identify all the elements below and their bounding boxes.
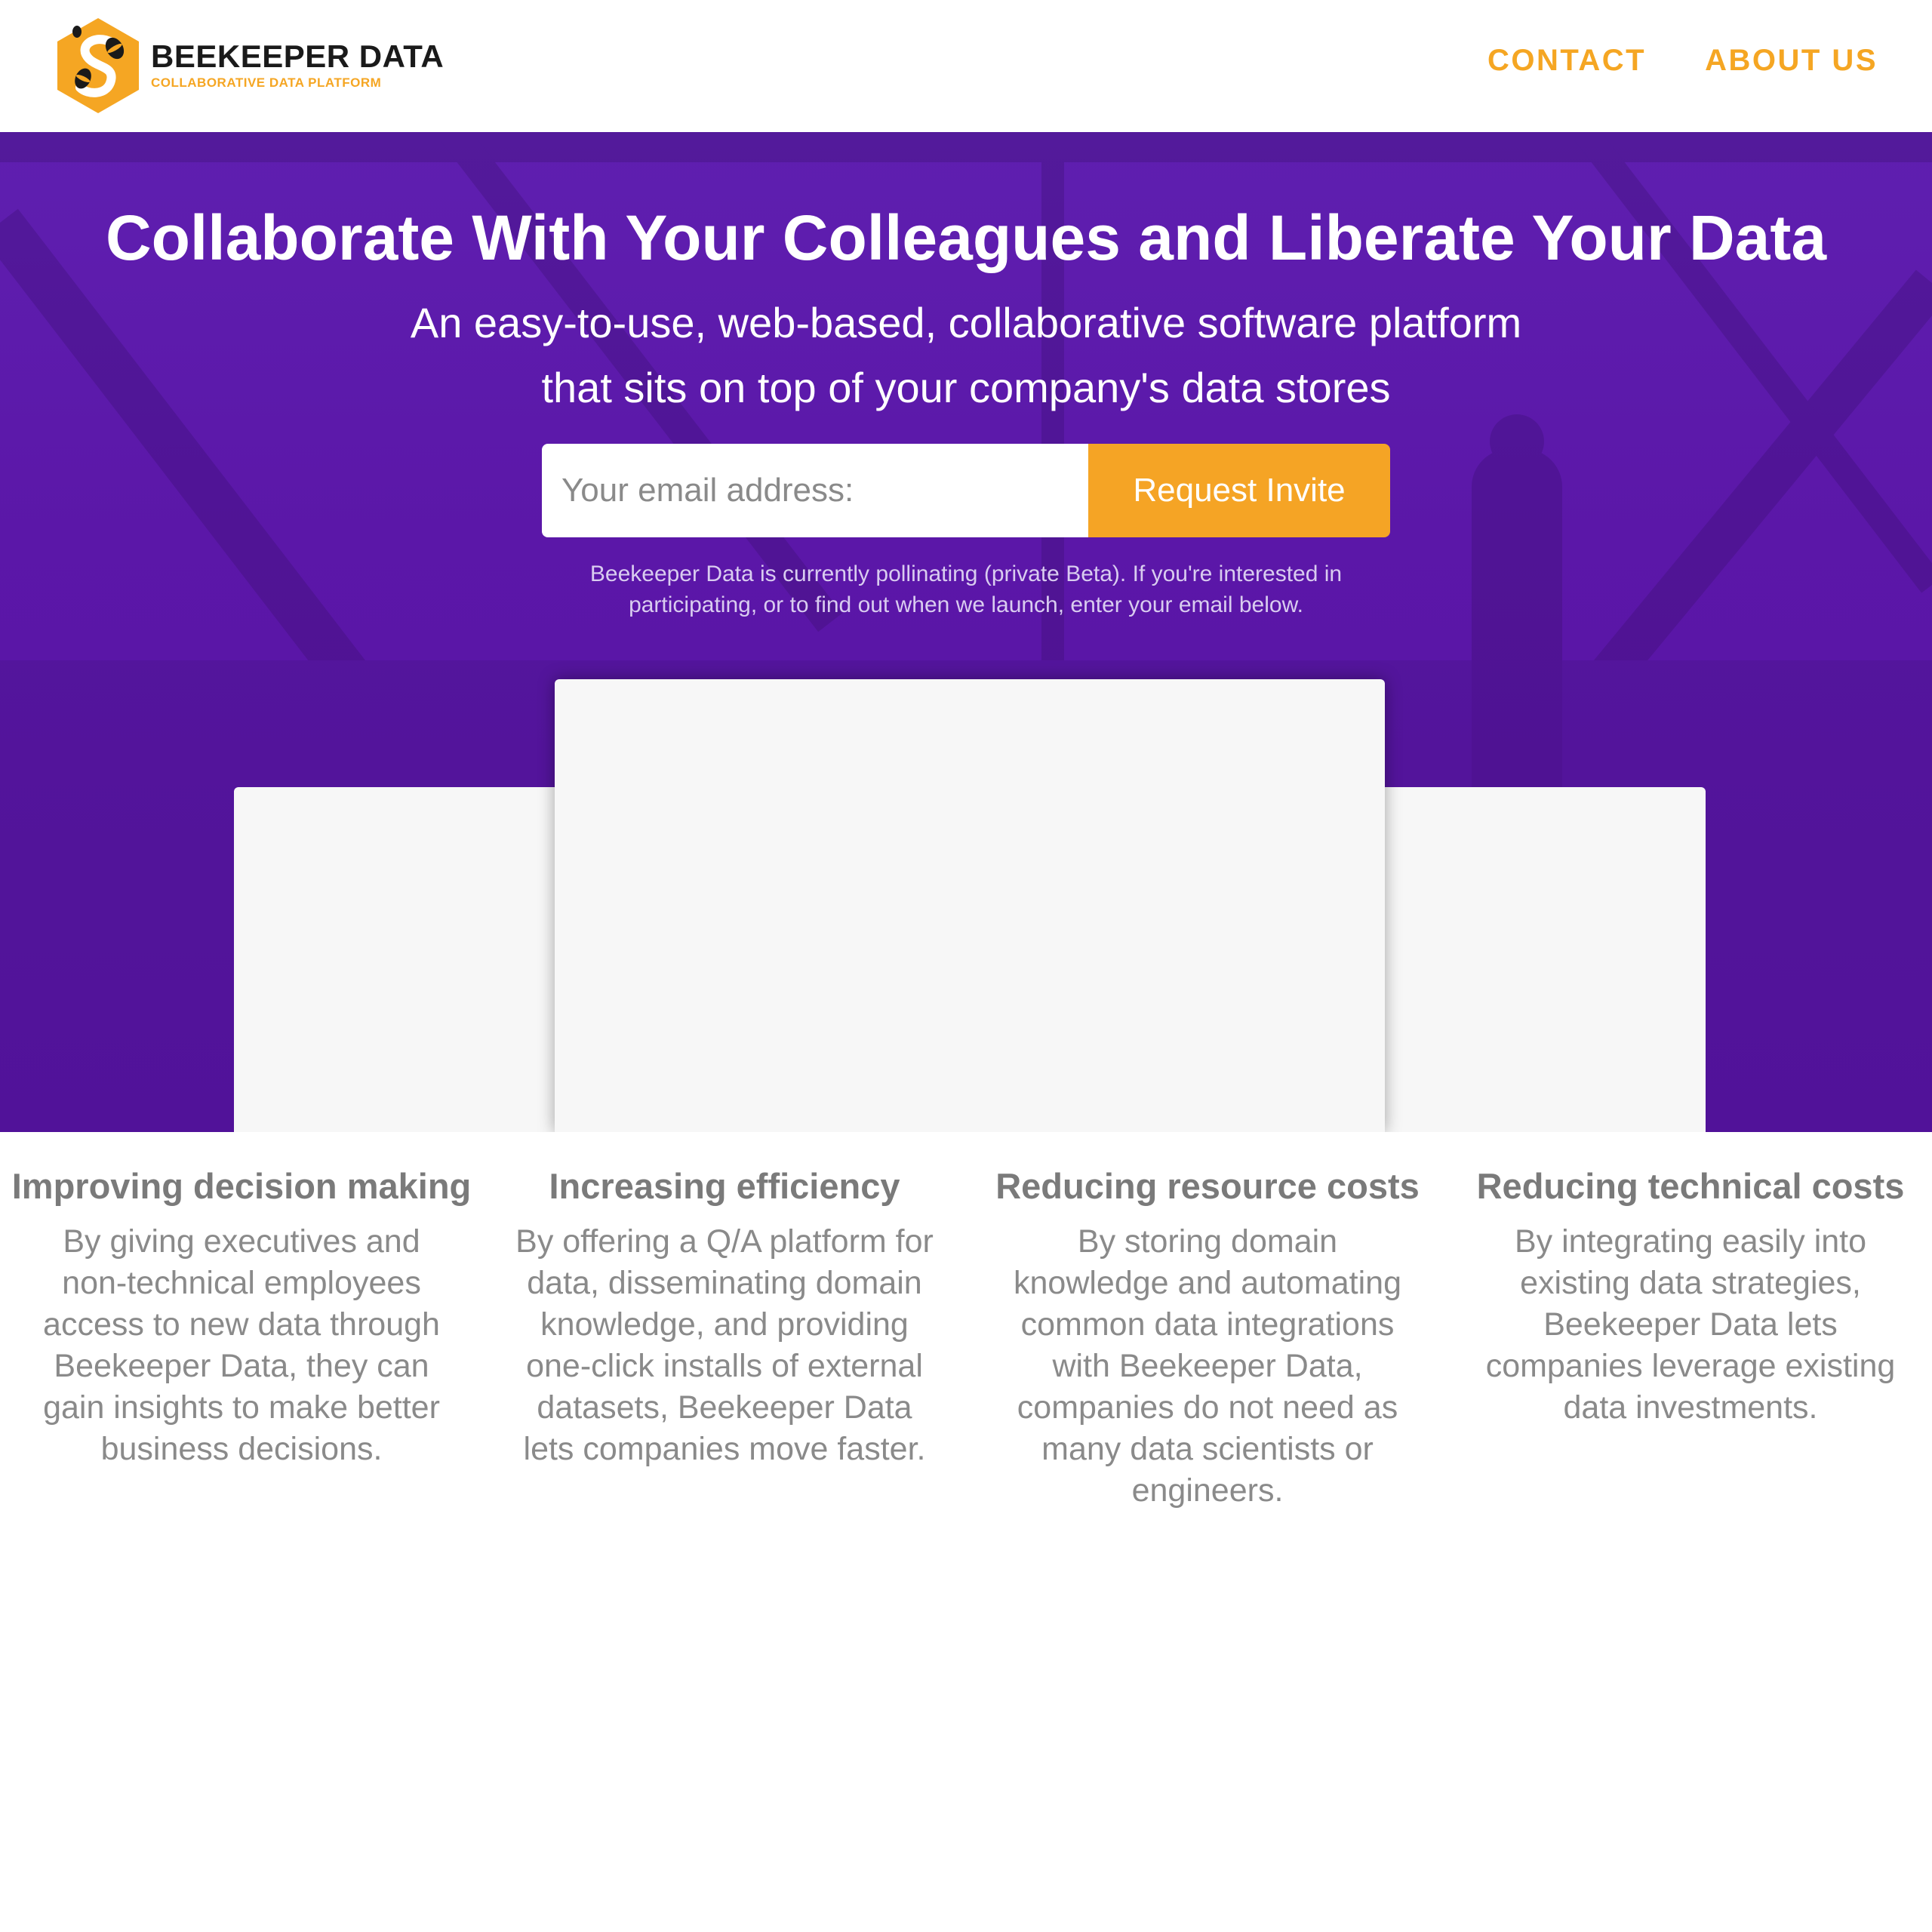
feature-body: By offering a Q/A platform for data, dis… bbox=[515, 1223, 934, 1467]
brand-logo[interactable]: BEEKEEPER DATA COLLABORATIVE DATA PLATFO… bbox=[54, 17, 444, 115]
features-section: Improving decision making By giving exec… bbox=[0, 1132, 1932, 1512]
nav-about-us-link[interactable]: ABOUT US bbox=[1705, 44, 1878, 78]
feature-item: Reducing technical costs By integrating … bbox=[1449, 1132, 1932, 1512]
feature-title: Reducing technical costs bbox=[1476, 1166, 1905, 1206]
feature-body: By giving executives and non-technical e… bbox=[43, 1223, 440, 1467]
hero-subtitle-line: that sits on top of your company's data … bbox=[541, 364, 1391, 411]
feature-body: By storing domain knowledge and automati… bbox=[1014, 1223, 1401, 1509]
feature-item: Improving decision making By giving exec… bbox=[0, 1132, 483, 1512]
nav-contact-link[interactable]: CONTACT bbox=[1487, 44, 1646, 78]
hero-section: Collaborate With Your Colleagues and Lib… bbox=[0, 132, 1932, 1132]
feature-title: Improving decision making bbox=[11, 1166, 472, 1206]
email-input[interactable] bbox=[542, 444, 1088, 537]
invite-form: Request Invite bbox=[542, 444, 1390, 537]
feature-title: Reducing resource costs bbox=[995, 1166, 1420, 1206]
hero-subtitle-line: An easy-to-use, web-based, collaborative… bbox=[410, 299, 1522, 346]
request-invite-button[interactable]: Request Invite bbox=[1088, 444, 1390, 537]
screenshot-card-right bbox=[1358, 787, 1706, 1132]
hero-title: Collaborate With Your Colleagues and Lib… bbox=[105, 202, 1827, 273]
site-header: BEEKEEPER DATA COLLABORATIVE DATA PLATFO… bbox=[0, 0, 1932, 132]
main-nav: CONTACT ABOUT US bbox=[1487, 44, 1878, 78]
feature-title: Increasing efficiency bbox=[549, 1166, 900, 1206]
feature-body: By integrating easily into existing data… bbox=[1485, 1223, 1896, 1426]
hexagon-bee-icon bbox=[57, 18, 139, 113]
beta-note: Beekeeper Data is currently pollinating … bbox=[589, 561, 1343, 617]
brand-tagline: COLLABORATIVE DATA PLATFORM bbox=[151, 75, 382, 90]
screenshot-card-left bbox=[234, 787, 574, 1132]
feature-item: Increasing efficiency By offering a Q/A … bbox=[483, 1132, 966, 1512]
feature-item: Reducing resource costs By storing domai… bbox=[966, 1132, 1449, 1512]
hero-subtitle: An easy-to-use, web-based, collaborative… bbox=[287, 291, 1645, 420]
brand-name: BEEKEEPER DATA bbox=[151, 38, 445, 74]
screenshot-card-center bbox=[555, 679, 1385, 1132]
